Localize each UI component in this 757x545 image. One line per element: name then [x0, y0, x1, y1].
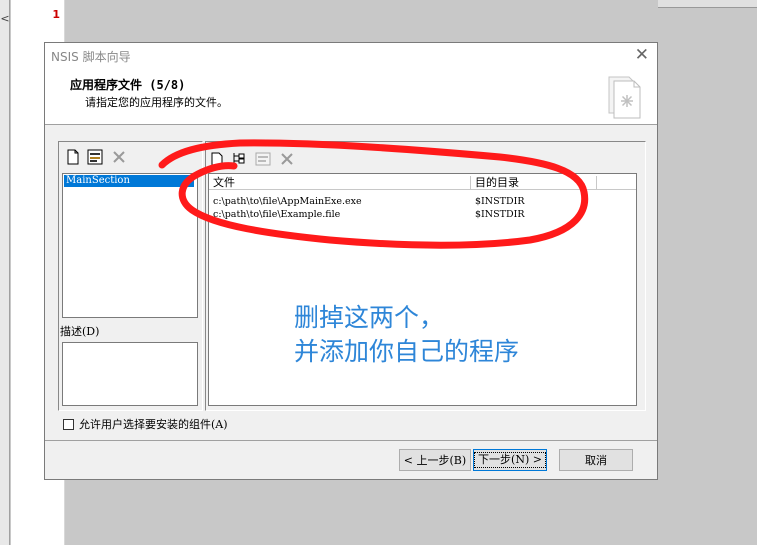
- title-bar[interactable]: NSIS 脚本向导 ✕: [45, 43, 657, 69]
- edit-section-icon[interactable]: [85, 147, 105, 167]
- file-row[interactable]: c:\path\to\file\AppMainExe.exe $INSTDIR: [209, 196, 636, 208]
- gutter-glyph: <: [0, 12, 10, 25]
- page-title: 应用程序文件 (5/8): [70, 78, 186, 92]
- file-path: c:\path\to\file\Example.file: [213, 209, 341, 220]
- description-box: [62, 342, 198, 406]
- window-title: NSIS 脚本向导: [51, 50, 131, 64]
- close-icon[interactable]: ✕: [635, 46, 649, 64]
- new-section-icon[interactable]: [63, 147, 83, 167]
- section-item-mainsection[interactable]: MainSection: [64, 175, 194, 187]
- allow-select-option[interactable]: 允许用户选择要安装的组件(A): [63, 417, 228, 431]
- file-destination: $INSTDIR: [475, 209, 525, 220]
- annotation-text: 删掉这两个， 并添加你自己的程序: [294, 301, 519, 369]
- file-list-header: 文件 目的目录: [209, 176, 636, 190]
- file-path: c:\path\to\file\AppMainExe.exe: [213, 196, 362, 207]
- allow-select-label: 允许用户选择要安装的组件(A): [79, 418, 228, 431]
- file-list[interactable]: 文件 目的目录 c:\path\to\file\AppMainExe.exe $…: [208, 173, 637, 406]
- file-row[interactable]: c:\path\to\file\Example.file $INSTDIR: [209, 209, 636, 221]
- edit-file-icon[interactable]: [253, 149, 273, 169]
- annotation-line-2: 并添加你自己的程序: [294, 337, 520, 366]
- file-destination: $INSTDIR: [475, 196, 525, 207]
- next-button-label: 下一步(N) >: [474, 452, 546, 468]
- column-header-destination[interactable]: 目的目录: [471, 176, 597, 190]
- page-subtitle: 请指定您的应用程序的文件。: [85, 96, 228, 109]
- delete-file-icon[interactable]: [277, 149, 297, 169]
- footer-divider: [45, 440, 657, 441]
- delete-section-icon[interactable]: [109, 147, 129, 167]
- editor-top-pane: [658, 0, 757, 8]
- description-label: 描述(D): [60, 325, 100, 338]
- column-header-file[interactable]: 文件: [209, 176, 471, 190]
- allow-select-checkbox[interactable]: [63, 418, 74, 430]
- add-directory-icon[interactable]: [229, 149, 249, 169]
- wizard-header: 应用程序文件 (5/8) 请指定您的应用程序的文件。: [45, 69, 657, 125]
- line-number: 1: [52, 8, 60, 21]
- section-list[interactable]: MainSection: [62, 173, 198, 318]
- annotation-line-1: 删掉这两个，: [294, 303, 445, 332]
- nsis-wizard-dialog: NSIS 脚本向导 ✕ 应用程序文件 (5/8) 请指定您的应用程序的文件。 M…: [44, 42, 658, 480]
- next-button[interactable]: 下一步(N) >: [473, 449, 547, 471]
- add-file-icon[interactable]: [207, 149, 227, 169]
- editor-background-area: [658, 0, 757, 545]
- editor-left-strip: <: [0, 0, 10, 545]
- files-icon: [608, 76, 641, 119]
- back-button[interactable]: < 上一步(B): [399, 449, 471, 471]
- cancel-button[interactable]: 取消: [559, 449, 633, 471]
